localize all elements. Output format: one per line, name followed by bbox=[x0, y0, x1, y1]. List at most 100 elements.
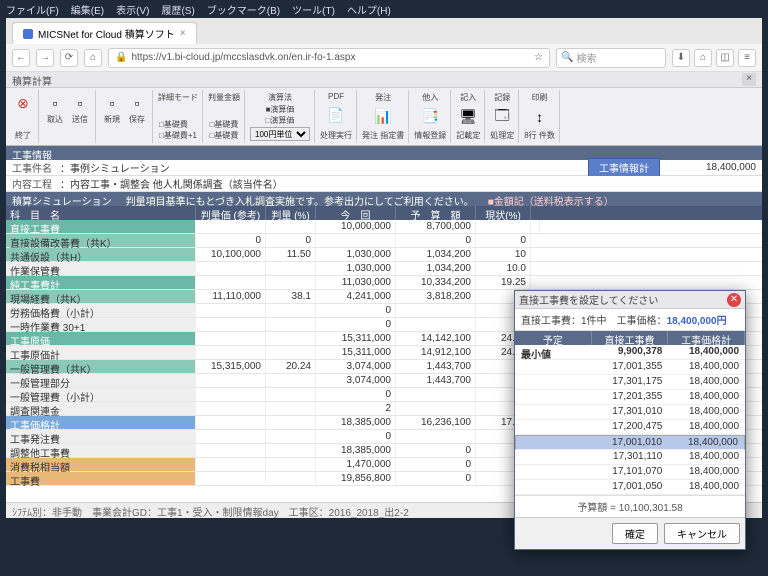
ribbon-item[interactable]: ▫保存 bbox=[126, 92, 148, 125]
cell bbox=[396, 402, 476, 415]
unit-select[interactable]: 100円単位 bbox=[250, 127, 310, 141]
ribbon-close[interactable]: ⊗ 終了 bbox=[8, 90, 39, 143]
row-name: 共通仮設（共H） bbox=[6, 248, 196, 261]
dialog-buttons: 確定 キャンセル bbox=[515, 517, 745, 549]
forward-button[interactable]: → bbox=[36, 49, 54, 67]
menu-item[interactable]: ファイル(F) bbox=[6, 2, 59, 16]
table-header: 科 目 名判量価 (参考)判量 (%)今 回予 算 額現状(%) bbox=[6, 206, 762, 220]
menu-item[interactable]: 履歴(S) bbox=[161, 2, 194, 16]
menu-item[interactable]: 表示(V) bbox=[116, 2, 149, 16]
dialog-row[interactable]: 17,301,11018,400,000 bbox=[515, 450, 745, 465]
menu-item[interactable]: 編集(E) bbox=[71, 2, 104, 16]
dialog-close-icon[interactable]: ✕ bbox=[727, 293, 741, 307]
search-icon: 🔍 bbox=[561, 52, 573, 63]
dialog-row[interactable]: 17,201,35518,400,000 bbox=[515, 390, 745, 405]
cell: 16,236,100 bbox=[396, 416, 476, 429]
breadcrumb-close-icon[interactable]: × bbox=[742, 73, 756, 86]
row-name: 工事原価計 bbox=[6, 346, 196, 359]
table-row[interactable]: 共通仮設（共H）10,100,00011.501,030,0001,034,20… bbox=[6, 248, 762, 262]
ribbon-calc[interactable]: 演算法 ■演算価□演算価 100円単位 bbox=[246, 90, 315, 143]
table-row[interactable]: 直接設備改善費（共K）0000 bbox=[6, 234, 762, 248]
ribbon-option[interactable]: □基礎費 bbox=[210, 130, 239, 141]
work-calc-button[interactable]: 工事情報計 bbox=[588, 158, 660, 177]
dialog-row[interactable]: 最小値9,900,37818,400,000 bbox=[515, 345, 745, 360]
menu-item[interactable]: ヘルプ(H) bbox=[347, 2, 391, 16]
dialog-row[interactable]: 17,001,35518,400,000 bbox=[515, 360, 745, 375]
dialog-cell bbox=[515, 390, 592, 404]
cell: 14,912,100 bbox=[396, 346, 476, 359]
ribbon-detail-mode[interactable]: 詳細モード □基礎費□基礎費+1 bbox=[154, 90, 203, 143]
cell: 15,311,000 bbox=[316, 346, 396, 359]
toolbar-icon[interactable]: ⬇ bbox=[672, 49, 690, 67]
url-text: https://v1.bi-cloud.jp/mccslasdvk.on/en.… bbox=[131, 52, 355, 63]
browser-tab[interactable]: MICSNet for Cloud 積算ソフト × bbox=[12, 22, 197, 44]
dialog-row[interactable]: 17,001,05018,400,000 bbox=[515, 480, 745, 495]
cell: 3,074,000 bbox=[316, 360, 396, 373]
cell bbox=[196, 318, 266, 331]
cell: 0 bbox=[316, 318, 396, 331]
ribbon-pdf[interactable]: PDF📄处理実行 bbox=[316, 90, 357, 143]
menu-item[interactable]: ツール(T) bbox=[292, 2, 335, 16]
cancel-button[interactable]: キャンセル bbox=[664, 523, 740, 544]
ribbon-item[interactable]: ▫新規 bbox=[101, 92, 123, 125]
dialog-cell bbox=[515, 480, 592, 494]
table-row[interactable]: 純工事費計11,030,00010,334,20019.25 bbox=[6, 276, 762, 290]
back-button[interactable]: ← bbox=[12, 49, 30, 67]
dialog-row[interactable]: 17,301,01018,400,000 bbox=[515, 405, 745, 420]
cell bbox=[266, 332, 316, 345]
row-name: 作業保管費 bbox=[6, 262, 196, 275]
dialog-row[interactable]: 17,200,47518,400,000 bbox=[515, 420, 745, 435]
search-field[interactable]: 🔍 検索 bbox=[556, 48, 666, 68]
ribbon-entry[interactable]: 記入🖥記載定 bbox=[452, 90, 485, 143]
cell bbox=[196, 346, 266, 359]
ribbon-print[interactable]: 印刷↕8行 件数 bbox=[520, 90, 560, 143]
ok-button[interactable]: 確定 bbox=[612, 523, 658, 544]
cell: 3,074,000 bbox=[316, 374, 396, 387]
dialog-row[interactable]: 17,001,01018,400,000 bbox=[515, 435, 745, 450]
work-amount: 18,400,000 bbox=[676, 162, 756, 173]
ribbon-input[interactable]: 他入📑情報登録 bbox=[410, 90, 451, 143]
pdf-icon: 📄 bbox=[325, 105, 347, 127]
home-button[interactable]: ⌂ bbox=[84, 49, 102, 67]
star-icon[interactable]: ☆ bbox=[534, 52, 543, 63]
table-row[interactable]: 直接工事費10,000,0008,700,000 bbox=[6, 220, 762, 234]
ribbon-option[interactable]: □基礎費+1 bbox=[159, 130, 197, 141]
row-name: 一般管理費（小計） bbox=[6, 388, 196, 401]
cell bbox=[396, 304, 476, 317]
dialog-row[interactable]: 17,101,07018,400,000 bbox=[515, 465, 745, 480]
ribbon-item[interactable]: ▫取込 bbox=[44, 92, 66, 125]
url-bar: ← → ⟳ ⌂ 🔒 https://v1.bi-cloud.jp/mccslas… bbox=[6, 44, 762, 72]
ribbon-option[interactable]: □基礎費 bbox=[159, 119, 197, 130]
cell: 1,030,000 bbox=[316, 262, 396, 275]
dialog-cell: 17,301,110 bbox=[592, 450, 669, 464]
ribbon-item[interactable]: ▫送信 bbox=[69, 92, 91, 125]
dialog-row[interactable]: 17,301,17518,400,000 bbox=[515, 375, 745, 390]
ribbon-record[interactable]: 記録🗔処理定 bbox=[486, 90, 519, 143]
toolbar-icon[interactable]: ≡ bbox=[738, 49, 756, 67]
cell bbox=[266, 416, 316, 429]
toolbar-icon[interactable]: ⌂ bbox=[694, 49, 712, 67]
cell: 1,034,200 bbox=[396, 262, 476, 275]
tab-close-icon[interactable]: × bbox=[180, 28, 186, 39]
menu-item[interactable]: ブックマーク(B) bbox=[207, 2, 280, 16]
ribbon-order[interactable]: 発注📊発注 指定書 bbox=[358, 90, 409, 143]
cell bbox=[196, 430, 266, 443]
table-row[interactable]: 作業保管費1,030,0001,034,20010.0 bbox=[6, 262, 762, 276]
ribbon-option[interactable]: ■演算価 bbox=[266, 104, 295, 115]
dialog-cell bbox=[515, 465, 592, 479]
ribbon-option[interactable]: □演算価 bbox=[266, 115, 295, 126]
toolbar-icon[interactable]: ◫ bbox=[716, 49, 734, 67]
reload-button[interactable]: ⟳ bbox=[60, 49, 78, 67]
url-field[interactable]: 🔒 https://v1.bi-cloud.jp/mccslasdvk.on/e… bbox=[108, 48, 550, 68]
dialog-col-header: 予定 bbox=[515, 331, 592, 345]
row-name: 直接工事費 bbox=[6, 220, 196, 233]
dialog-cell: 17,001,050 bbox=[592, 480, 669, 494]
ribbon-option[interactable]: □基礎費 bbox=[210, 119, 239, 130]
cell: 20.24 bbox=[266, 360, 316, 373]
dialog-cell bbox=[516, 436, 592, 449]
dialog-cell: 17,101,070 bbox=[592, 465, 669, 479]
ribbon-amount[interactable]: 判量金額 □基礎費□基礎費 bbox=[204, 90, 245, 143]
dialog-cell: 18,400,000 bbox=[668, 375, 745, 389]
col-header: 科 目 名 bbox=[6, 206, 196, 220]
work-name-value: ：事例シミュレーション bbox=[60, 160, 170, 175]
